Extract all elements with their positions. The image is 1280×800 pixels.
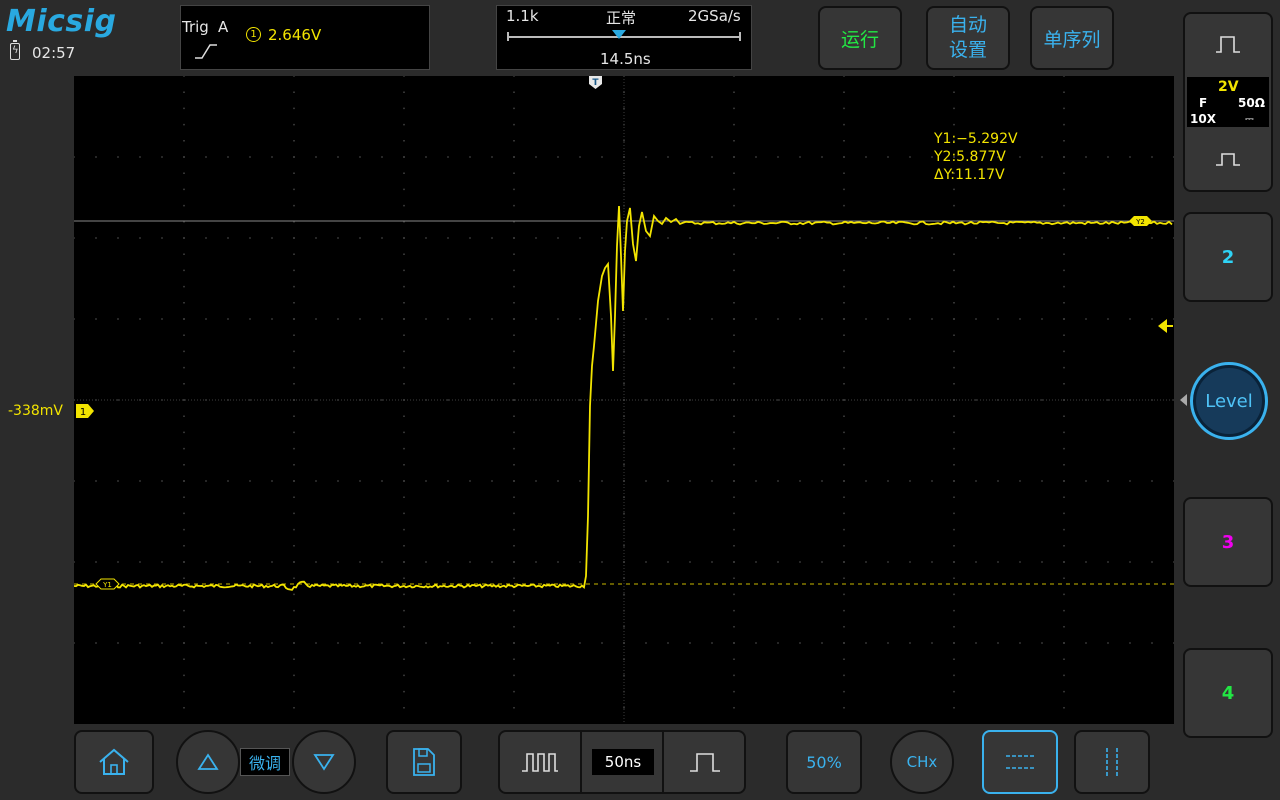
horizontal-cursor-icon	[1003, 750, 1037, 774]
clock: 02:57	[32, 44, 76, 62]
trigger-level: 2.646V	[268, 26, 322, 44]
level-knob[interactable]: Level	[1190, 362, 1268, 440]
pulse-up-icon[interactable]	[1215, 34, 1241, 54]
channel4-button[interactable]: 4	[1183, 648, 1273, 738]
fine-up-button[interactable]	[176, 730, 240, 794]
timebase-divider	[580, 732, 582, 792]
channel3-button[interactable]: 3	[1183, 497, 1273, 587]
trigger-level-arrow-icon[interactable]	[1158, 319, 1174, 333]
acquire-mode: 正常	[606, 9, 637, 27]
memory-bar-right-tick	[739, 32, 741, 41]
trigger-time-marker[interactable]: T	[589, 76, 602, 90]
channel2-button[interactable]: 2	[1183, 212, 1273, 302]
pulse-down-icon[interactable]	[1215, 150, 1241, 168]
trigger-time-marker-label: T	[592, 78, 599, 88]
channel1-marker-label: 1	[80, 407, 86, 418]
memory-depth: 1.1k	[506, 7, 539, 25]
y2-readout: Y2:5.877V	[934, 149, 1006, 165]
channel1-ground-marker[interactable]: 1	[76, 404, 94, 418]
single-sequence-button[interactable]: 单序列	[1030, 6, 1114, 70]
auto-setup-line1: 自动	[948, 14, 987, 36]
channel1-scale: 2V	[1218, 79, 1239, 95]
channel1-probe-ratio: 10X	[1190, 112, 1216, 126]
channel1-dc-icon: ⎓	[1245, 112, 1254, 125]
trigger-source: A	[218, 18, 229, 36]
channel1-impedance: 50Ω	[1238, 96, 1265, 110]
save-icon	[411, 747, 437, 777]
channel1-offset-label: -338mV	[8, 403, 63, 419]
auto-setup-line2: 设置	[948, 39, 987, 61]
fine-down-button[interactable]	[292, 730, 356, 794]
wide-pulse-icon	[688, 750, 722, 774]
timebase-decrease-button[interactable]	[520, 750, 560, 774]
home-icon	[97, 747, 131, 777]
y2-tag-text: Y2	[1135, 218, 1145, 226]
vertical-cursor-button[interactable]	[1074, 730, 1150, 794]
memory-bar-left-tick	[507, 32, 509, 41]
fine-adjust-label[interactable]: 微调	[240, 748, 290, 776]
auto-setup-button[interactable]: 自动 设置	[926, 6, 1010, 70]
sample-rate: 2GSa/s	[688, 7, 741, 25]
horizontal-delay: 14.5ns	[600, 50, 651, 68]
brand-logo: Micsig	[6, 4, 117, 39]
trigger-label: Trig	[182, 18, 209, 36]
trigger-position-marker-icon	[612, 30, 626, 39]
cursor-measurements: Y1:−5.292V Y2:5.877V ΔY:11.17V	[934, 130, 1018, 184]
channel1-trace	[74, 205, 1173, 591]
home-button[interactable]	[74, 730, 154, 794]
y2-cursor-tag: Y2	[1129, 216, 1152, 226]
y1-tag-text: Y1	[102, 581, 112, 589]
timebase-value[interactable]: 50ns	[592, 749, 654, 775]
save-button[interactable]	[386, 730, 462, 794]
rising-edge-icon	[194, 42, 218, 60]
timebase-divider	[662, 732, 664, 792]
set-50-percent-button[interactable]: 50%	[786, 730, 862, 794]
narrow-pulse-icon	[520, 750, 560, 774]
knob-pointer-icon	[1180, 394, 1187, 406]
triangle-down-icon	[313, 753, 335, 771]
run-stop-button[interactable]: 运行	[818, 6, 902, 70]
channel1-coupling: F	[1199, 96, 1208, 110]
triangle-up-icon	[197, 753, 219, 771]
vertical-cursor-icon	[1100, 746, 1124, 778]
timebase-increase-button[interactable]	[688, 750, 722, 774]
channel-select-button[interactable]: CHx	[890, 730, 954, 794]
horizontal-cursor-button[interactable]	[982, 730, 1058, 794]
y1-cursor-tag: Y1	[95, 578, 120, 590]
trigger-channel-badge: 1	[246, 27, 261, 42]
battery-icon: ϟ	[10, 40, 20, 60]
delta-y-readout: ΔY:11.17V	[934, 167, 1005, 183]
y1-readout: Y1:−5.292V	[934, 131, 1018, 147]
